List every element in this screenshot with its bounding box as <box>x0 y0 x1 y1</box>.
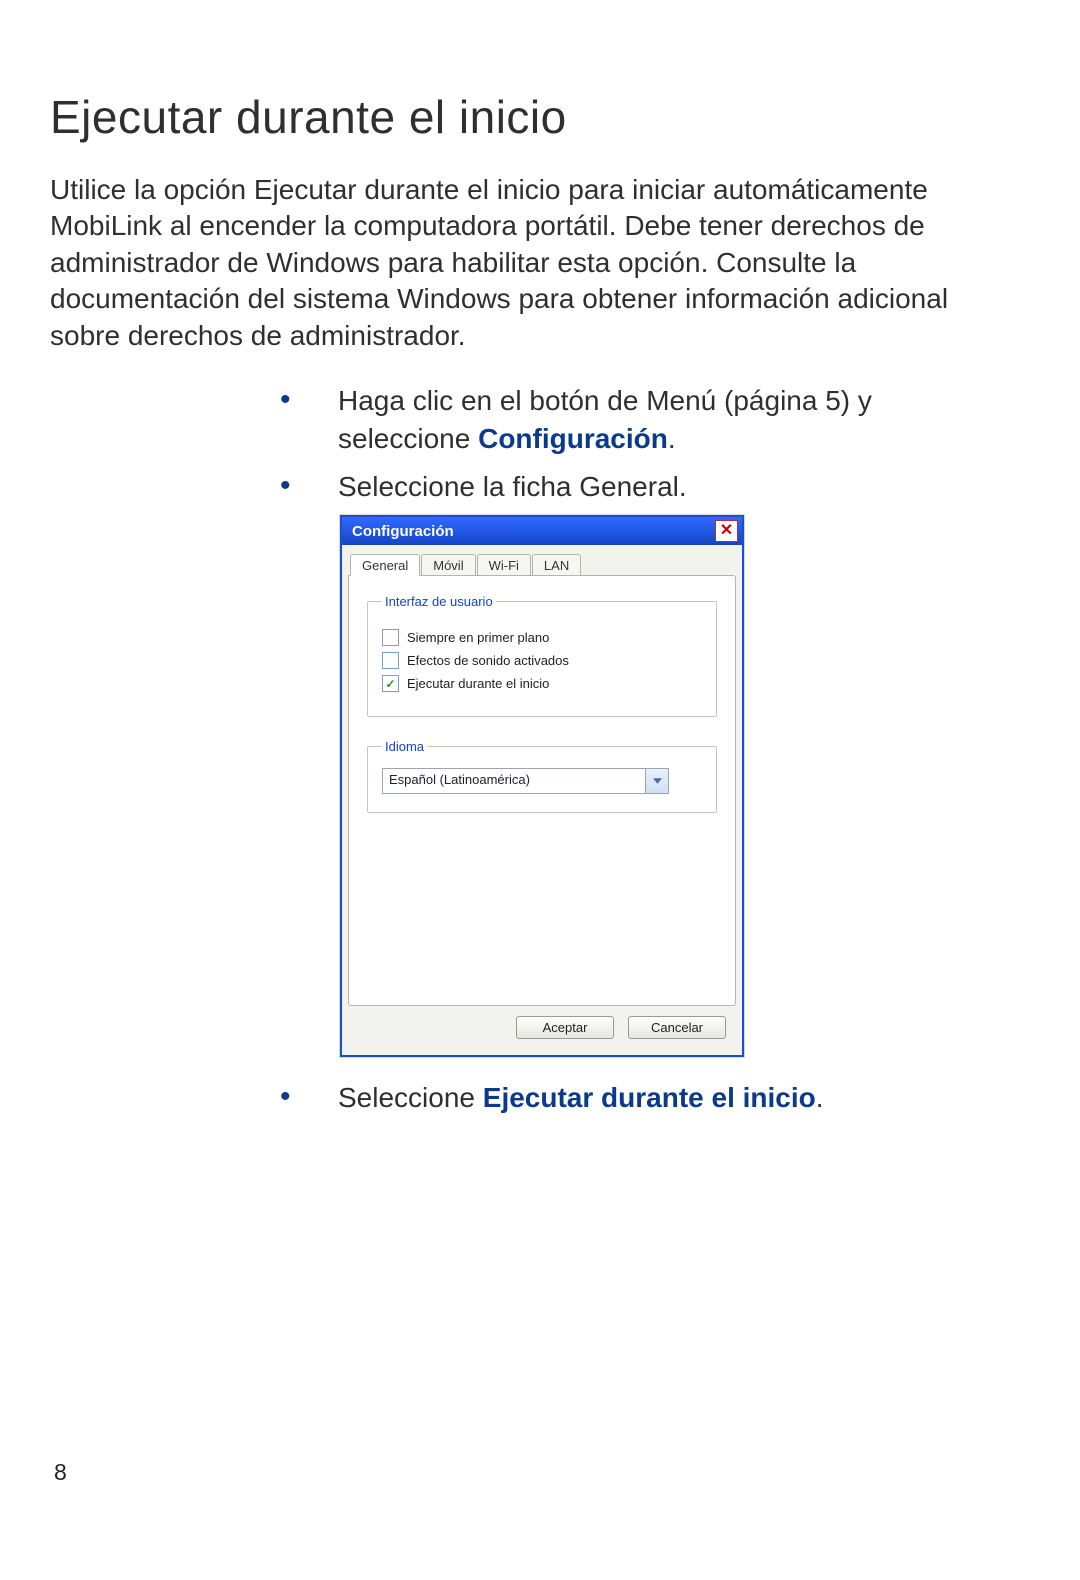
dialog-titlebar[interactable]: Configuración ✕ <box>342 517 742 545</box>
tab-movil[interactable]: Móvil <box>421 554 475 575</box>
close-icon[interactable]: ✕ <box>715 520 738 542</box>
group-language-legend: Idioma <box>382 739 427 754</box>
page-title: Ejecutar durante el inicio <box>50 90 1020 144</box>
check-run-on-startup[interactable]: ✓ Ejecutar durante el inicio <box>382 675 702 692</box>
checkbox-icon[interactable] <box>382 629 399 646</box>
dialog-actions: Aceptar Cancelar <box>348 1006 736 1049</box>
tab-panel-general: Interfaz de usuario Siempre en primer pl… <box>348 575 736 1006</box>
steps-list: Haga clic en el botón de Menú (página 5)… <box>280 382 920 505</box>
page-number: 8 <box>54 1459 67 1486</box>
ok-button[interactable]: Aceptar <box>516 1016 614 1039</box>
dialog-body: General Móvil Wi-Fi LAN Interfaz de usua… <box>342 545 742 1055</box>
group-ui: Interfaz de usuario Siempre en primer pl… <box>367 594 717 717</box>
config-dialog: Configuración ✕ General Móvil Wi-Fi LAN … <box>340 515 744 1057</box>
tab-wifi[interactable]: Wi-Fi <box>477 554 531 575</box>
steps-list-after: Seleccione Ejecutar durante el inicio. <box>280 1079 920 1117</box>
checkbox-icon[interactable]: ✓ <box>382 675 399 692</box>
cancel-button[interactable]: Cancelar <box>628 1016 726 1039</box>
tab-general[interactable]: General <box>350 554 420 576</box>
step-1: Haga clic en el botón de Menú (página 5)… <box>280 382 920 458</box>
step-2: Seleccione la ficha General. <box>280 468 920 506</box>
step-text: Seleccione la ficha General. <box>338 471 687 502</box>
check-sound-effects[interactable]: Efectos de sonido activados <box>382 652 702 669</box>
group-language: Idioma Español (Latinoamérica) <box>367 739 717 813</box>
step-text: Seleccione <box>338 1082 483 1113</box>
intro-paragraph: Utilice la opción Ejecutar durante el in… <box>50 172 990 354</box>
check-always-on-top[interactable]: Siempre en primer plano <box>382 629 702 646</box>
step-text: . <box>668 423 676 454</box>
dialog-title-text: Configuración <box>352 523 454 540</box>
checkbox-icon[interactable] <box>382 652 399 669</box>
tab-lan[interactable]: LAN <box>532 554 581 575</box>
check-label: Efectos de sonido activados <box>407 653 569 668</box>
tabstrip: General Móvil Wi-Fi LAN <box>348 553 736 575</box>
group-ui-legend: Interfaz de usuario <box>382 594 496 609</box>
chevron-down-icon[interactable] <box>645 769 668 793</box>
check-label: Siempre en primer plano <box>407 630 549 645</box>
dialog-screenshot: Configuración ✕ General Móvil Wi-Fi LAN … <box>340 515 1020 1057</box>
step-3: Seleccione Ejecutar durante el inicio. <box>280 1079 920 1117</box>
language-value: Español (Latinoamérica) <box>383 769 645 793</box>
step-bold: Configuración <box>478 423 668 454</box>
step-bold: Ejecutar durante el inicio <box>483 1082 816 1113</box>
check-label: Ejecutar durante el inicio <box>407 676 549 691</box>
language-select[interactable]: Español (Latinoamérica) <box>382 768 669 794</box>
document-page: Ejecutar durante el inicio Utilice la op… <box>0 0 1080 1580</box>
step-text: . <box>816 1082 824 1113</box>
